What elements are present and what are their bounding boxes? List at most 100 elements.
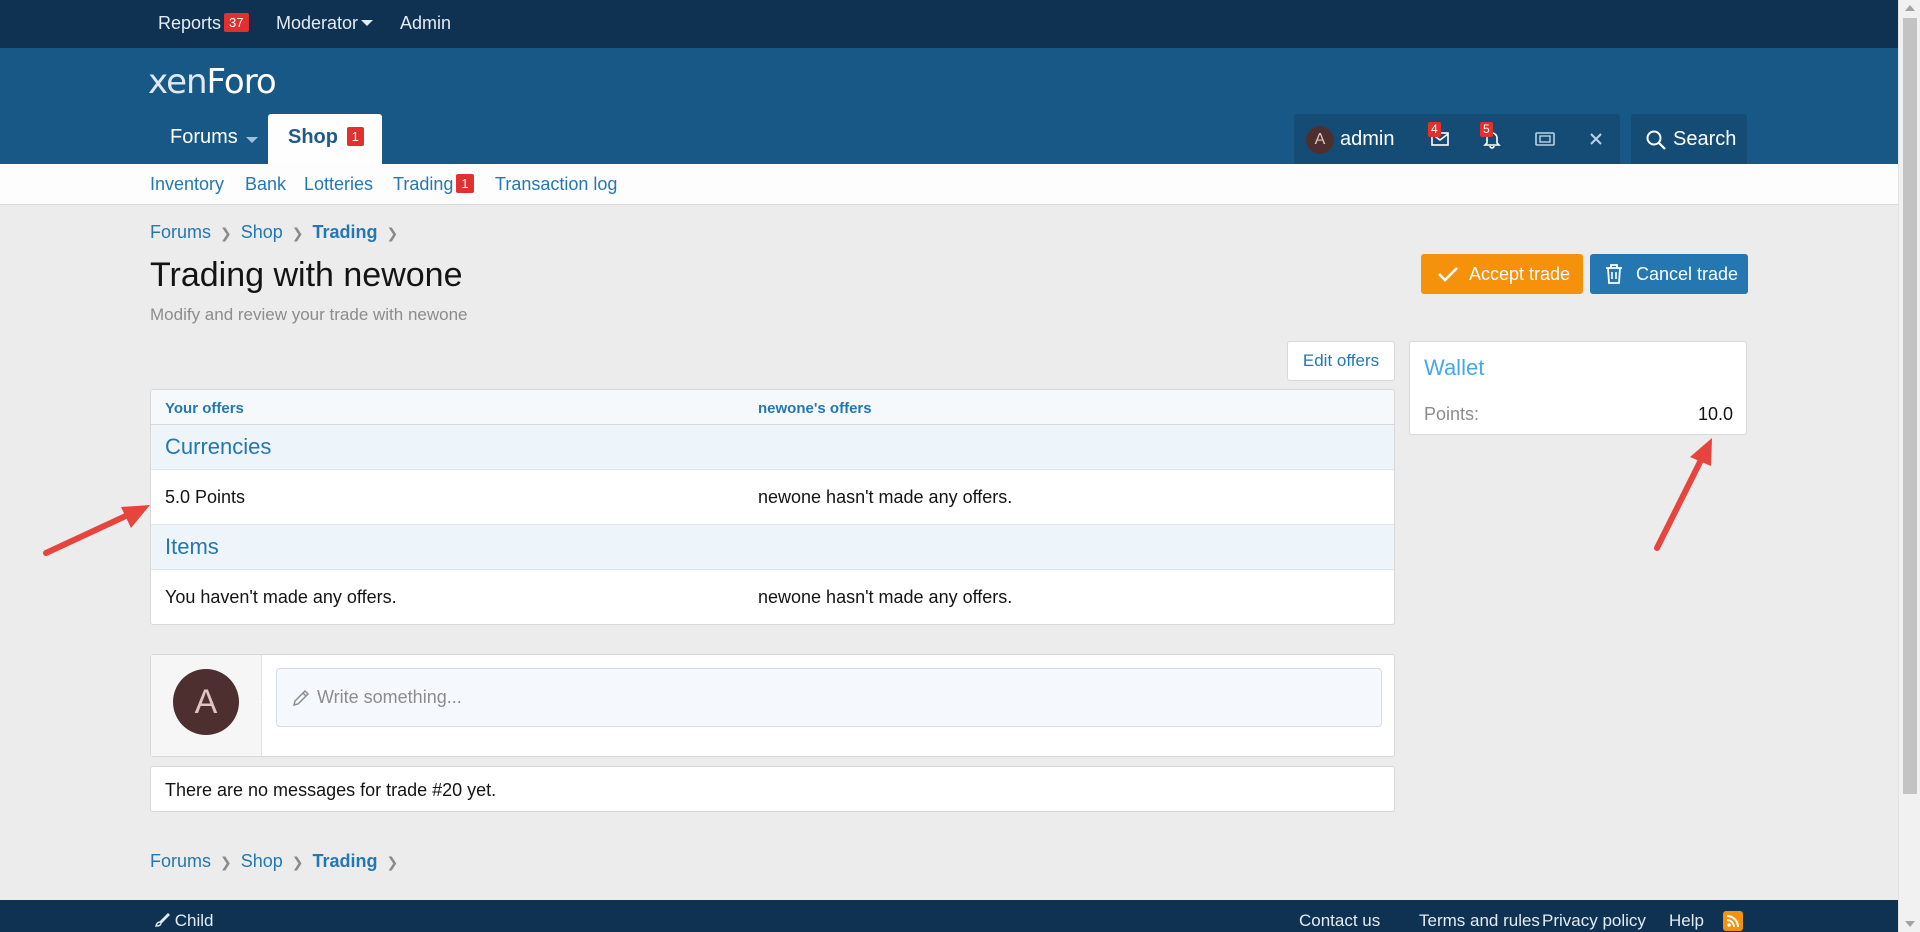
logo-text-part: xen: [148, 62, 208, 102]
ticket-button[interactable]: [1518, 114, 1570, 164]
your-item-offer: You haven't made any offers.: [165, 587, 397, 607]
no-messages-text: There are no messages for trade #20 yet.: [165, 780, 497, 800]
close-icon: [1590, 133, 1602, 145]
paintbrush-icon: [155, 913, 170, 927]
annotation-arrow: [43, 505, 150, 556]
section-title: Items: [165, 534, 219, 559]
subnav-inventory[interactable]: Inventory: [150, 174, 224, 195]
conversations-button[interactable]: 4: [1414, 114, 1466, 164]
cancel-trade-label: Cancel trade: [1636, 264, 1739, 284]
username: admin: [1340, 128, 1395, 150]
subnav-lotteries[interactable]: Lotteries: [304, 174, 373, 195]
chevron-right-icon: ❯: [291, 854, 304, 870]
breadcrumb-shop[interactable]: Shop: [241, 851, 283, 872]
tab-shop[interactable]: Shop 1: [268, 114, 382, 164]
their-offers-header: newone's offers: [758, 400, 872, 417]
scroll-up-icon[interactable]: [1905, 5, 1915, 11]
sub-navigation: Inventory Bank Lotteries Trading 1 Transa…: [0, 164, 1898, 205]
edit-offers-button[interactable]: Edit offers: [1287, 341, 1395, 381]
footer-terms[interactable]: Terms and rules: [1419, 911, 1540, 931]
breadcrumb-forums[interactable]: Forums: [150, 222, 211, 243]
items-section: Items: [151, 525, 1394, 570]
breadcrumb-trading[interactable]: Trading: [313, 222, 378, 243]
page-scrollbar[interactable]: [1898, 0, 1920, 932]
chevron-right-icon: ❯: [220, 854, 232, 870]
scroll-down-icon[interactable]: [1905, 921, 1915, 927]
no-messages-notice: There are no messages for trade #20 yet.: [150, 766, 1395, 812]
chevron-right-icon: ❯: [386, 854, 399, 870]
scrollbar-thumb[interactable]: [1903, 18, 1917, 794]
tab-label: Shop: [288, 126, 338, 148]
message-composer: A Write something...: [150, 654, 1395, 757]
subnav-bank[interactable]: Bank: [245, 174, 286, 195]
chevron-down-icon: [361, 20, 374, 26]
close-button[interactable]: [1570, 114, 1622, 164]
message-placeholder: Write something...: [317, 687, 462, 707]
browser-viewport: Reports 37 Moderator Admin xenForo Forums…: [0, 0, 1898, 932]
breadcrumb-trading[interactable]: Trading: [313, 851, 378, 872]
table-row: 5.0 Points newone hasn't made any offers…: [151, 470, 1394, 525]
breadcrumb-shop[interactable]: Shop: [241, 222, 283, 243]
currencies-section: Currencies: [151, 425, 1394, 470]
wallet-title: Wallet: [1424, 355, 1485, 380]
shop-badge: 1: [346, 127, 364, 146]
avatar[interactable]: A: [173, 669, 239, 735]
your-currency-offer: 5.0 Points: [165, 487, 246, 507]
subnav-transaction-log[interactable]: Transaction log: [495, 174, 617, 195]
moderator-label: Moderator: [276, 13, 359, 33]
accept-trade-button[interactable]: Accept trade: [1421, 254, 1583, 294]
composer-avatar-column: A: [151, 655, 270, 756]
footer-help[interactable]: Help: [1669, 911, 1704, 931]
staff-bar: Reports 37 Moderator Admin: [0, 0, 1898, 48]
chevron-down-icon[interactable]: [246, 137, 258, 143]
moderator-menu[interactable]: Moderator: [276, 13, 374, 34]
message-input[interactable]: Write something...: [276, 668, 1382, 727]
rss-icon[interactable]: [1723, 911, 1743, 931]
page-description: Modify and review your trade with newone: [150, 305, 468, 324]
search-icon: [1646, 130, 1666, 150]
offers-table: Your offers newone's offers Currencies 5…: [150, 389, 1395, 625]
tab-label: Forums: [170, 126, 238, 148]
trading-badge: 1: [456, 174, 474, 193]
section-title: Currencies: [165, 434, 272, 459]
admin-link[interactable]: Admin: [400, 13, 451, 34]
your-offers-header: Your offers: [165, 400, 244, 417]
points-value: 10.0: [1697, 404, 1733, 424]
page-title: Trading with newone: [150, 256, 463, 294]
logo-text-part: Foro: [206, 62, 277, 102]
style-label: Child: [174, 911, 214, 930]
site-footer: Child Contact us Terms and rules Privacy…: [0, 900, 1898, 932]
subnav-label: Trading: [393, 174, 454, 194]
their-currency-offer: newone hasn't made any offers.: [758, 487, 1013, 507]
rss-glyph: [1726, 915, 1739, 928]
breadcrumb-forums[interactable]: Forums: [150, 851, 211, 872]
chevron-right-icon: ❯: [386, 225, 399, 241]
trash-icon: [1606, 264, 1622, 284]
pencil-icon: [292, 689, 310, 707]
ticket-icon: [1535, 132, 1555, 146]
site-logo[interactable]: xenForo: [148, 62, 277, 102]
user-navigation: A admin 4 5: [1294, 114, 1620, 164]
alerts-badge: 5: [1480, 122, 1493, 137]
style-chooser[interactable]: Child: [154, 911, 213, 931]
offers-header: Your offers newone's offers: [151, 390, 1394, 425]
footer-privacy[interactable]: Privacy policy: [1542, 911, 1646, 931]
wallet-widget: Wallet Points: 10.0: [1409, 341, 1747, 435]
table-row: You haven't made any offers. newone hasn…: [151, 570, 1394, 624]
search-button[interactable]: Search: [1631, 114, 1747, 164]
footer-contact-us[interactable]: Contact us: [1299, 911, 1380, 931]
their-item-offer: newone hasn't made any offers.: [758, 587, 1013, 607]
reports-label: Reports: [158, 13, 222, 33]
tab-forums[interactable]: Forums: [150, 114, 266, 164]
subnav-trading[interactable]: Trading 1: [393, 174, 474, 195]
site-header: xenForo Forums Shop 1 A admin 4 5 Search: [0, 48, 1898, 164]
search-label: Search: [1673, 128, 1737, 150]
alerts-button[interactable]: 5: [1466, 114, 1518, 164]
annotation-arrow: [1654, 438, 1712, 551]
reports-link[interactable]: Reports 37: [158, 13, 249, 34]
points-label: Points:: [1424, 404, 1480, 424]
chevron-right-icon: ❯: [291, 225, 304, 241]
breadcrumb: Forums ❯ Shop ❯ Trading ❯: [150, 222, 407, 243]
reports-badge: 37: [224, 13, 249, 32]
cancel-trade-button[interactable]: Cancel trade: [1590, 254, 1748, 294]
